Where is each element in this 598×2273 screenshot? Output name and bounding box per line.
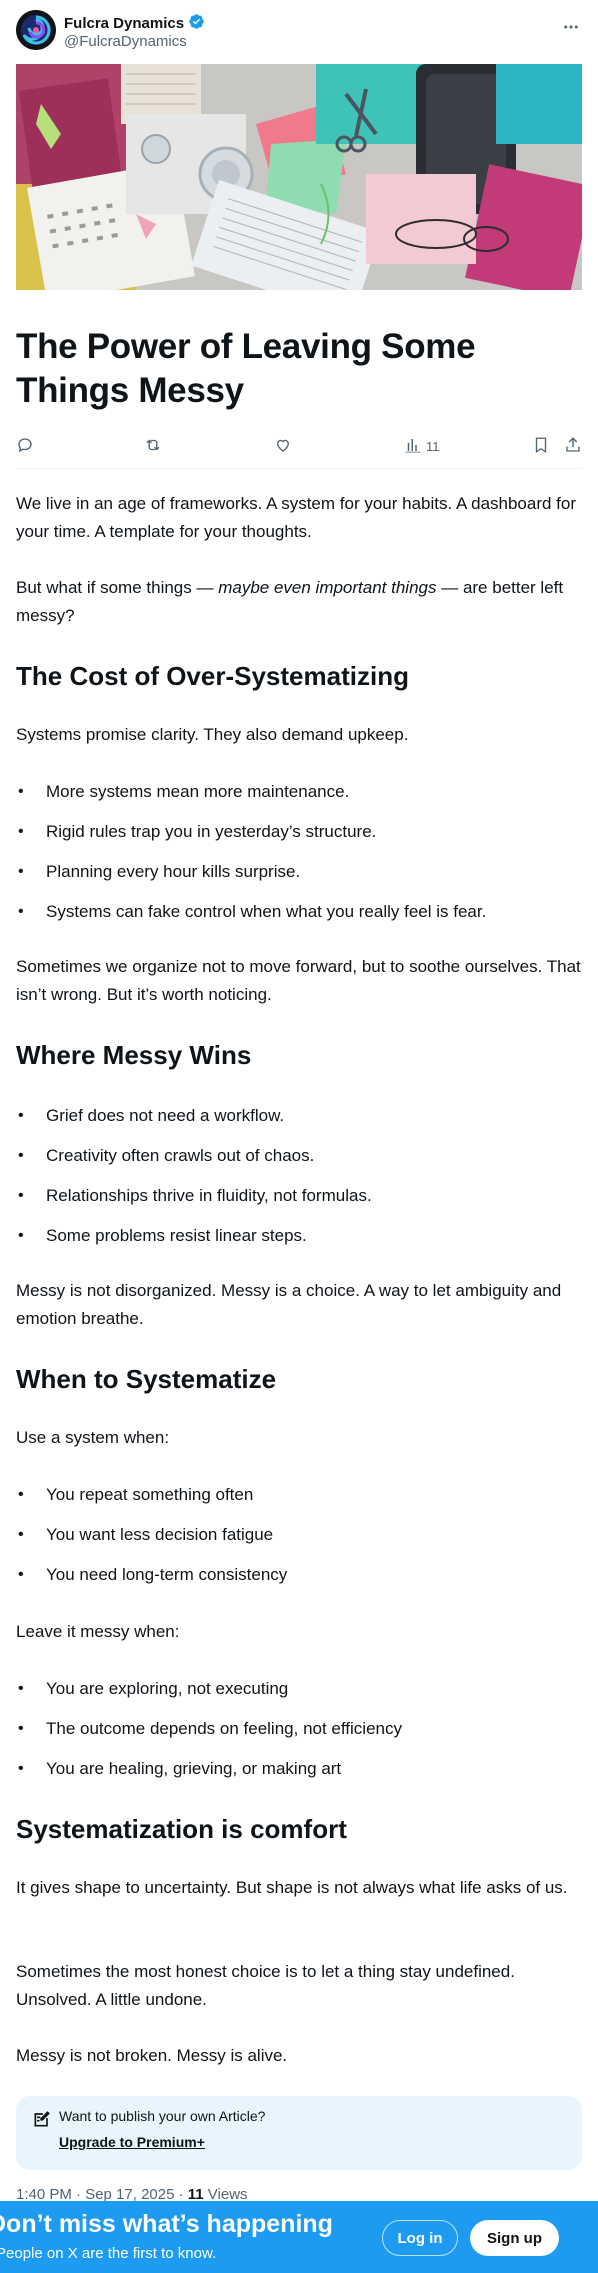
signup-button[interactable]: Sign up	[470, 2220, 559, 2256]
article-action-bar: 11	[16, 432, 582, 460]
promo-question: Want to publish your own Article?	[59, 2108, 266, 2124]
like-button[interactable]	[274, 432, 292, 460]
list-item-text: Systems can fake control when what you r…	[46, 902, 487, 921]
bullet: •	[18, 1720, 24, 1737]
bookmark-icon	[532, 436, 550, 457]
bullet: •	[18, 1566, 24, 1583]
bullet: •	[18, 1486, 24, 1503]
views-count: 11	[426, 438, 440, 454]
banner-title: Don’t miss what’s happening	[0, 2210, 333, 2238]
list-item-text: Grief does not need a workflow.	[46, 1106, 285, 1125]
login-button[interactable]: Log in	[382, 2220, 458, 2256]
author-header: Fulcra Dynamics @FulcraDynamics	[16, 10, 582, 54]
article-title: The Power of Leaving Some Things Messy	[16, 327, 476, 410]
list-item-text: Rigid rules trap you in yesterday’s stru…	[46, 822, 377, 841]
list-item-text: You are exploring, not executing	[46, 1679, 289, 1698]
list-item-text: More systems mean more maintenance.	[46, 782, 350, 801]
banner-subtitle: People on X are the first to know.	[0, 2245, 217, 2262]
section-lead-leave: Leave it messy when:	[16, 1622, 180, 1641]
bullet: •	[18, 903, 24, 920]
views-button[interactable]: 11	[404, 432, 440, 460]
list-item-text: The outcome depends on feeling, not effi…	[46, 1719, 402, 1738]
author-name[interactable]: Fulcra Dynamics	[64, 13, 205, 34]
section-paragraph: It gives shape to uncertainty. But shape…	[16, 1878, 568, 1897]
intro-paragraph-2: But what if some things — maybe even imp…	[16, 574, 586, 630]
section-heading-messy-wins: Where Messy Wins	[16, 1040, 252, 1070]
bullet: •	[18, 1187, 24, 1204]
bookmark-button[interactable]	[532, 432, 550, 460]
section-lead-use: Use a system when:	[16, 1428, 170, 1447]
section-closing: Sometimes we organize not to move forwar…	[16, 957, 581, 1004]
section-paragraph: Messy is not broken. Messy is alive.	[16, 2046, 288, 2065]
reply-button[interactable]	[16, 432, 34, 460]
bullet: •	[18, 863, 24, 880]
section-heading-comfort: Systematization is comfort	[16, 1814, 347, 1844]
list-item-text: You are healing, grieving, or making art	[46, 1759, 342, 1778]
list-item-text: Planning every hour kills surprise.	[46, 862, 301, 881]
bullet: •	[18, 1147, 24, 1164]
share-icon	[564, 436, 582, 457]
section-closing: Messy is not disorganized. Messy is a ch…	[16, 1281, 562, 1328]
list-item-text: Creativity often crawls out of chaos.	[46, 1146, 315, 1165]
bullet: •	[18, 1760, 24, 1777]
compose-article-icon	[32, 2109, 52, 2129]
reply-icon	[16, 436, 34, 457]
premium-promo-card: Want to publish your own Article? Upgrad…	[16, 2096, 582, 2170]
signup-banner: Don’t miss what’s happening People on X …	[0, 2201, 598, 2273]
bullet: •	[18, 1107, 24, 1124]
intro-p2-emphasis: maybe even important things	[218, 578, 437, 597]
article-cover-image	[16, 64, 582, 290]
author-name-text[interactable]: Fulcra Dynamics	[64, 15, 184, 32]
bullet: •	[18, 783, 24, 800]
avatar[interactable]	[16, 10, 56, 50]
list-item-text: You want less decision fatigue	[46, 1525, 274, 1544]
section-paragraph: Sometimes the most honest choice is to l…	[16, 1962, 515, 2009]
upgrade-premium-link[interactable]: Upgrade to Premium+	[59, 2134, 205, 2150]
bullet: •	[18, 823, 24, 840]
section-lead: Systems promise clarity. They also deman…	[16, 725, 409, 744]
verified-badge-icon	[188, 13, 205, 34]
intro-paragraph-1: We live in an age of frameworks. A syste…	[16, 494, 577, 541]
repost-icon	[144, 436, 162, 457]
share-button[interactable]	[564, 432, 582, 460]
more-options-icon[interactable]	[560, 16, 582, 38]
analytics-icon	[404, 436, 422, 457]
intro-p2-text: But what if some things —	[16, 578, 219, 597]
list-item-text: Some problems resist linear steps.	[46, 1226, 307, 1245]
list-item-text: You repeat something often	[46, 1485, 254, 1504]
section-heading-cost: The Cost of Over-Systematizing	[16, 661, 409, 691]
bullet: •	[18, 1227, 24, 1244]
repost-button[interactable]	[144, 432, 162, 460]
bullet: •	[18, 1526, 24, 1543]
section-heading-when-to-systematize: When to Systematize	[16, 1364, 277, 1394]
list-item-text: Relationships thrive in fluidity, not fo…	[46, 1186, 372, 1205]
divider	[16, 468, 582, 469]
list-item-text: You need long-term consistency	[46, 1565, 288, 1584]
author-handle[interactable]: @FulcraDynamics	[64, 33, 187, 50]
heart-icon	[274, 436, 292, 457]
bullet: •	[18, 1680, 24, 1697]
